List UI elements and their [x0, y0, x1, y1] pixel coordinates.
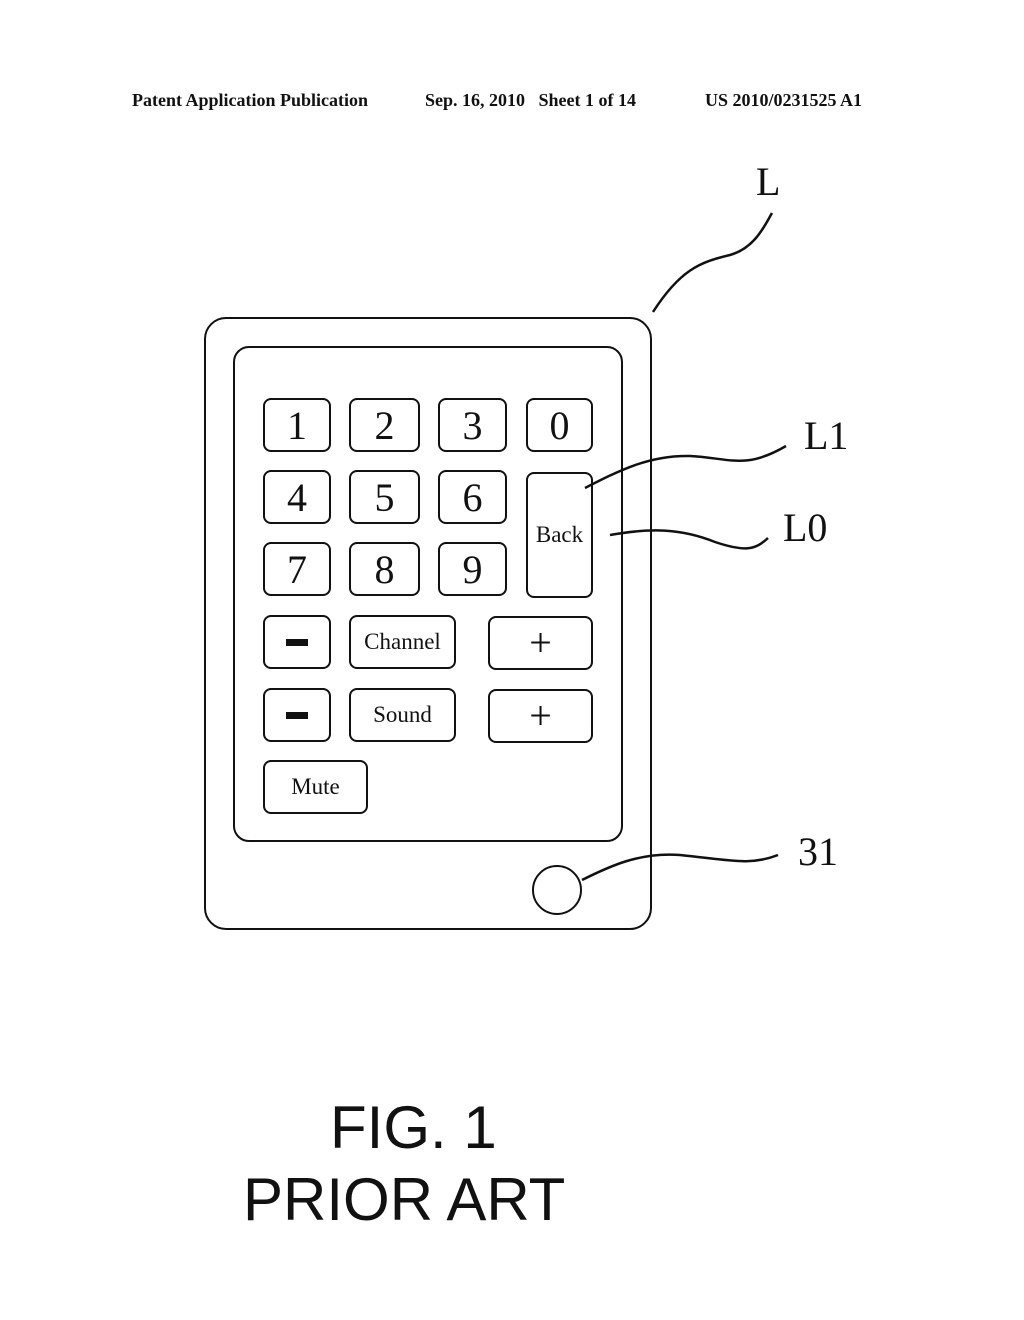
figure-caption: PRIOR ART [243, 1166, 566, 1233]
leader-line-31 [581, 853, 779, 882]
ref-label-home-button: 31 [798, 829, 838, 874]
leader-lines [581, 212, 787, 882]
leader-line-L0 [609, 529, 769, 550]
ref-label-back-outer: L1 [804, 413, 849, 458]
figure-number: FIG. 1 [330, 1094, 497, 1161]
ref-label-device: L [756, 159, 781, 204]
ref-label-back-label: L0 [783, 505, 828, 550]
leader-line-L [651, 212, 774, 313]
leader-line-L1 [584, 444, 787, 490]
